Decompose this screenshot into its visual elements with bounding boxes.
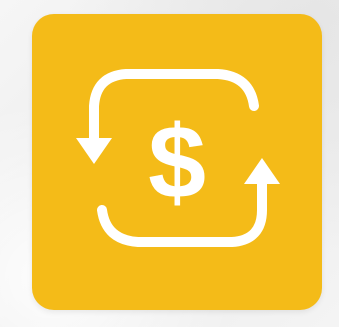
arrow-head-up <box>244 158 280 184</box>
arrow-head-down <box>76 138 112 164</box>
dollar-symbol: $ <box>148 105 206 221</box>
dollar-exchange-cycle-icon: $ <box>76 69 280 247</box>
currency-exchange-app-icon[interactable]: $ <box>32 14 322 310</box>
